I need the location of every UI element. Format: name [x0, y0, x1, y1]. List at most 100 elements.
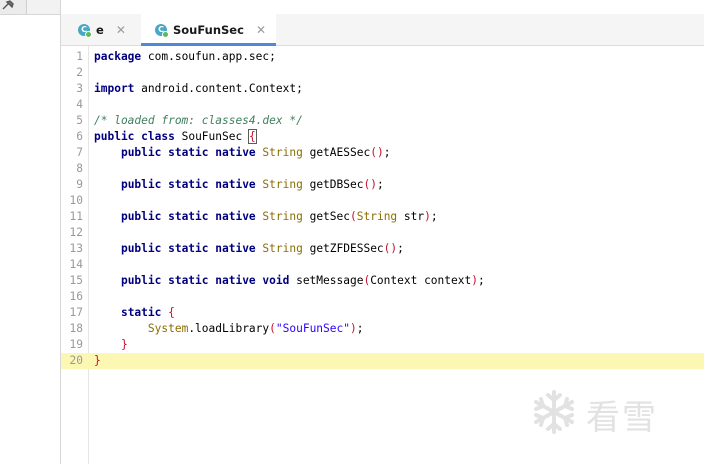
close-icon[interactable]: ✕: [116, 24, 126, 36]
code-token: String: [262, 178, 303, 191]
line-number: 20: [69, 354, 83, 367]
line-number: 18: [69, 322, 83, 335]
tab-e[interactable]: e ✕: [61, 14, 141, 45]
code-line[interactable]: 18 System.loadLibrary("SouFunSec");: [61, 321, 704, 337]
code-token: getZFDESSec: [302, 242, 384, 255]
code-text: public static native String getDBSec();: [94, 177, 384, 193]
code-line[interactable]: 1 package com.soufun.app.sec;: [61, 49, 704, 65]
code-token: String: [262, 242, 303, 255]
code-line[interactable]: 19 }: [61, 337, 704, 353]
left-panel: [0, 0, 61, 464]
code-token: ;: [397, 242, 404, 255]
class-icon: [78, 23, 92, 38]
line-number: 4: [76, 98, 83, 111]
line-number: 7: [76, 146, 83, 159]
toolbar-button[interactable]: [0, 0, 27, 14]
line-number: 19: [69, 338, 83, 351]
code-token: getDBSec: [302, 178, 364, 191]
line-number: 8: [76, 162, 83, 175]
line-number: 12: [69, 226, 83, 239]
code-text: public class SouFunSec {: [94, 129, 257, 145]
code-token: .loadLibrary: [188, 322, 270, 335]
code-line[interactable]: 14: [61, 257, 704, 273]
code-token: ;: [376, 178, 384, 191]
code-token: public static native: [120, 242, 256, 255]
code-token: }: [94, 354, 101, 367]
code-text: /* loaded from: classes4.dex */: [94, 113, 303, 129]
code-token: package: [94, 50, 142, 63]
code-line[interactable]: 20}: [61, 353, 704, 369]
code-text: }: [94, 353, 101, 369]
tab-label: SouFunSec: [173, 22, 244, 37]
line-number: 9: [76, 178, 83, 191]
code-token: static: [120, 306, 162, 319]
line-number: 5: [76, 114, 83, 127]
code-token: ;: [356, 322, 364, 335]
code-line[interactable]: 3 import android.content.Context;: [61, 81, 704, 97]
code-text: public static native String getAESSec();: [94, 145, 390, 161]
code-line[interactable]: 16: [61, 289, 704, 305]
code-text: static {: [94, 305, 175, 321]
line-number: 10: [69, 194, 83, 207]
close-icon[interactable]: ✕: [256, 24, 266, 36]
code-line[interactable]: 4: [61, 97, 704, 113]
code-token: /* loaded from: classes4.dex */: [94, 114, 303, 127]
code-token: {: [168, 306, 175, 319]
code-line[interactable]: 2: [61, 65, 704, 81]
code-token: ): [471, 274, 478, 287]
code-line[interactable]: 9 public static native String getDBSec()…: [61, 177, 704, 193]
code-line[interactable]: 6 public class SouFunSec {: [61, 129, 704, 145]
code-line[interactable]: 5 /* loaded from: classes4.dex */: [61, 113, 704, 129]
code-token: com.soufun.app.sec;: [141, 50, 276, 63]
code-token: (): [370, 146, 384, 159]
code-text: public static native String getSec(Strin…: [94, 209, 438, 225]
code-line[interactable]: 7 public static native String getAESSec(…: [61, 145, 704, 161]
code-token: Context context: [370, 274, 472, 287]
code-line[interactable]: 11 public static native String getSec(St…: [61, 209, 704, 225]
code-token: getAESSec: [302, 146, 371, 159]
code-token: (: [350, 210, 357, 223]
line-number: 11: [69, 210, 83, 223]
code-token: String: [262, 210, 303, 223]
code-token: (): [363, 178, 377, 191]
code-token: "SouFunSec": [275, 322, 350, 335]
code-line[interactable]: 12: [61, 225, 704, 241]
tab-soufunsec[interactable]: SouFunSec ✕: [141, 14, 276, 46]
code-line[interactable]: 15 public static native void setMessage(…: [61, 273, 704, 289]
code-token: (: [269, 322, 276, 335]
code-token: android.content.Context;: [134, 82, 303, 95]
line-number: 13: [69, 242, 83, 255]
code-token: SouFunSec: [174, 130, 249, 143]
code-line[interactable]: 10: [61, 193, 704, 209]
line-number: 6: [76, 130, 83, 143]
code-line[interactable]: 8: [61, 161, 704, 177]
code-token: ;: [430, 210, 438, 223]
code-line[interactable]: 17 static {: [61, 305, 704, 321]
code-token: getSec: [302, 210, 350, 223]
code-token: public static native void: [120, 274, 290, 287]
snowflake-icon: [530, 388, 578, 440]
code-text: package com.soufun.app.sec;: [94, 49, 276, 65]
code-token: class: [141, 130, 175, 143]
code-token: (): [383, 242, 398, 255]
code-token: ): [424, 210, 431, 223]
code-token: String: [262, 146, 303, 159]
code-token: str: [397, 210, 425, 223]
code-token: public static native: [120, 178, 256, 191]
code-text: public static native String getZFDESSec(…: [94, 241, 404, 257]
code-token: System: [147, 322, 189, 335]
tab-label: e: [96, 22, 104, 37]
line-number: 3: [76, 82, 83, 95]
code-token: public static native: [120, 210, 256, 223]
code-line[interactable]: 13 public static native String getZFDESS…: [61, 241, 704, 257]
line-number: 15: [69, 274, 83, 287]
code-token: String: [356, 210, 398, 223]
code-text: import android.content.Context;: [94, 81, 303, 97]
code-text: }: [94, 337, 128, 353]
